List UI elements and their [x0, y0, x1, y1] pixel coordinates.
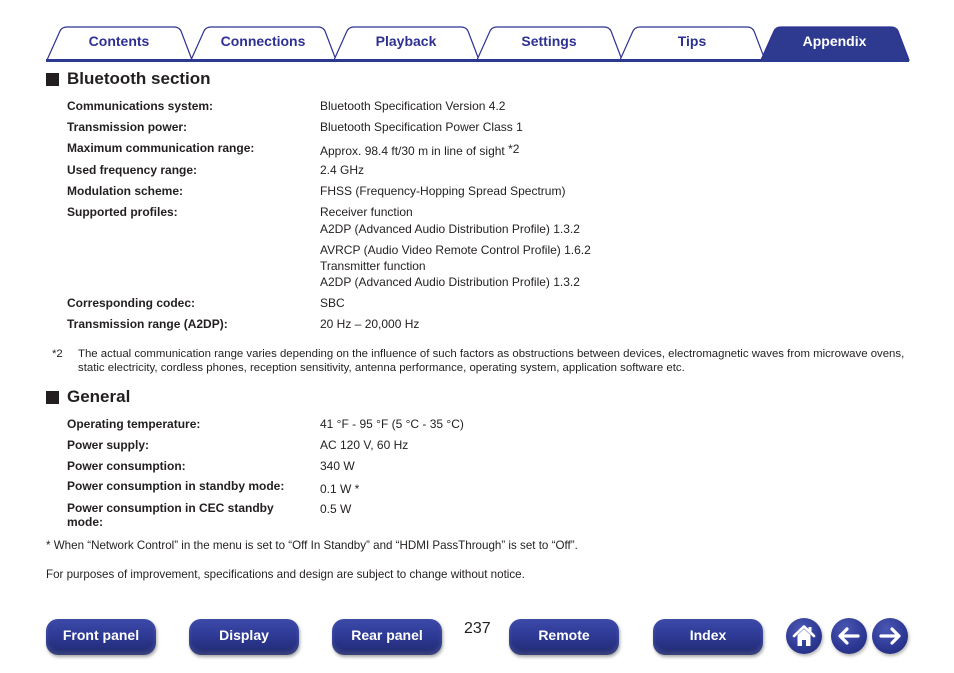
page-number: 237 — [464, 620, 491, 637]
footnote-text: The actual communication range varies de… — [78, 348, 905, 374]
spec-value: SBC — [320, 296, 345, 310]
tab-connections[interactable]: Connections — [190, 26, 337, 61]
footnote-standby: * When “Network Control” in the menu is … — [46, 539, 578, 552]
spec-value: 2.4 GHz — [320, 163, 365, 177]
profile-line: A2DP (Advanced Audio Distribution Profil… — [320, 275, 580, 289]
footnote-communication-range: *2 The actual communication range varies… — [52, 347, 907, 377]
home-icon — [792, 625, 816, 646]
tab-contents[interactable]: Contents — [46, 26, 193, 61]
profile-line: Receiver function — [320, 205, 413, 219]
remote-button[interactable]: Remote — [509, 619, 619, 655]
tab-settings[interactable]: Settings — [476, 26, 623, 61]
tab-label: Playback — [375, 33, 437, 49]
tab-bar: Contents Connections Playback Settings T… — [46, 26, 910, 62]
spec-value: Bluetooth Specification Version 4.2 — [320, 99, 506, 113]
section-heading-general: General — [46, 387, 130, 407]
spec-value: 0.5 W — [320, 502, 352, 516]
spec-label: Used frequency range: — [67, 163, 198, 177]
spec-label: Power consumption: — [67, 459, 186, 473]
spec-label: Corresponding codec: — [67, 296, 196, 310]
forward-arrow-icon — [879, 627, 901, 645]
spec-label: Transmission power: — [67, 120, 188, 134]
square-bullet-icon — [46, 390, 59, 404]
spec-value: 20 Hz – 20,000 Hz — [320, 317, 420, 331]
profile-line: A2DP (Advanced Audio Distribution Profil… — [320, 222, 580, 236]
spec-value: Bluetooth Specification Power Class 1 — [320, 120, 523, 134]
change-notice: For purposes of improvement, specificati… — [46, 568, 525, 581]
tab-label: Contents — [88, 33, 150, 49]
front-panel-button[interactable]: Front panel — [46, 619, 156, 655]
footnote-reference: *2 — [508, 142, 520, 156]
spec-label: Supported profiles: — [67, 205, 178, 219]
spec-value: 0.1 W * — [320, 482, 360, 496]
index-button[interactable]: Index — [653, 619, 763, 655]
rear-panel-button[interactable]: Rear panel — [332, 619, 442, 655]
forward-button[interactable] — [872, 618, 908, 654]
spec-label: Operating temperature: — [67, 417, 201, 431]
spec-label: Power consumption in CEC standby mode: — [67, 501, 274, 529]
tab-appendix[interactable]: Appendix — [760, 26, 910, 61]
profile-line: Transmitter function — [320, 259, 426, 273]
spec-value: FHSS (Frequency-Hopping Spread Spectrum) — [320, 184, 566, 198]
tab-playback[interactable]: Playback — [333, 26, 480, 61]
spec-label: Communications system: — [67, 99, 214, 113]
section-title: General — [67, 387, 131, 406]
back-button[interactable] — [831, 618, 867, 654]
back-arrow-icon — [838, 627, 860, 645]
spec-value: AC 120 V, 60 Hz — [320, 438, 409, 452]
spec-value: 41 °F - 95 °F (5 °C - 35 °C) — [320, 417, 464, 431]
display-button[interactable]: Display — [189, 619, 299, 655]
tab-label: Appendix — [802, 33, 867, 49]
spec-value: 340 W — [320, 459, 355, 473]
section-heading-bluetooth: Bluetooth section — [46, 69, 211, 89]
tab-label: Settings — [521, 33, 577, 49]
tab-bar-underline — [46, 59, 909, 62]
profile-line: AVRCP (Audio Video Remote Control Profil… — [320, 243, 591, 257]
spec-label: Modulation scheme: — [67, 184, 184, 198]
spec-label: Power supply: — [67, 438, 150, 452]
spec-label: Transmission range (A2DP): — [67, 317, 228, 331]
tab-label: Tips — [677, 33, 707, 49]
spec-value-with-note: Approx. 98.4 ft/30 m in line of sight *2 — [320, 142, 520, 159]
section-title: Bluetooth section — [67, 69, 211, 88]
tab-tips[interactable]: Tips — [619, 26, 766, 61]
footnote-mark: *2 — [52, 348, 63, 360]
square-bullet-icon — [46, 72, 59, 86]
spec-label: Power consumption in standby mode: — [67, 479, 285, 493]
spec-label: Maximum communication range: — [67, 141, 255, 155]
tab-label: Connections — [220, 33, 306, 49]
home-button[interactable] — [786, 618, 822, 654]
spec-value: Approx. 98.4 ft/30 m in line of sight — [320, 144, 509, 158]
